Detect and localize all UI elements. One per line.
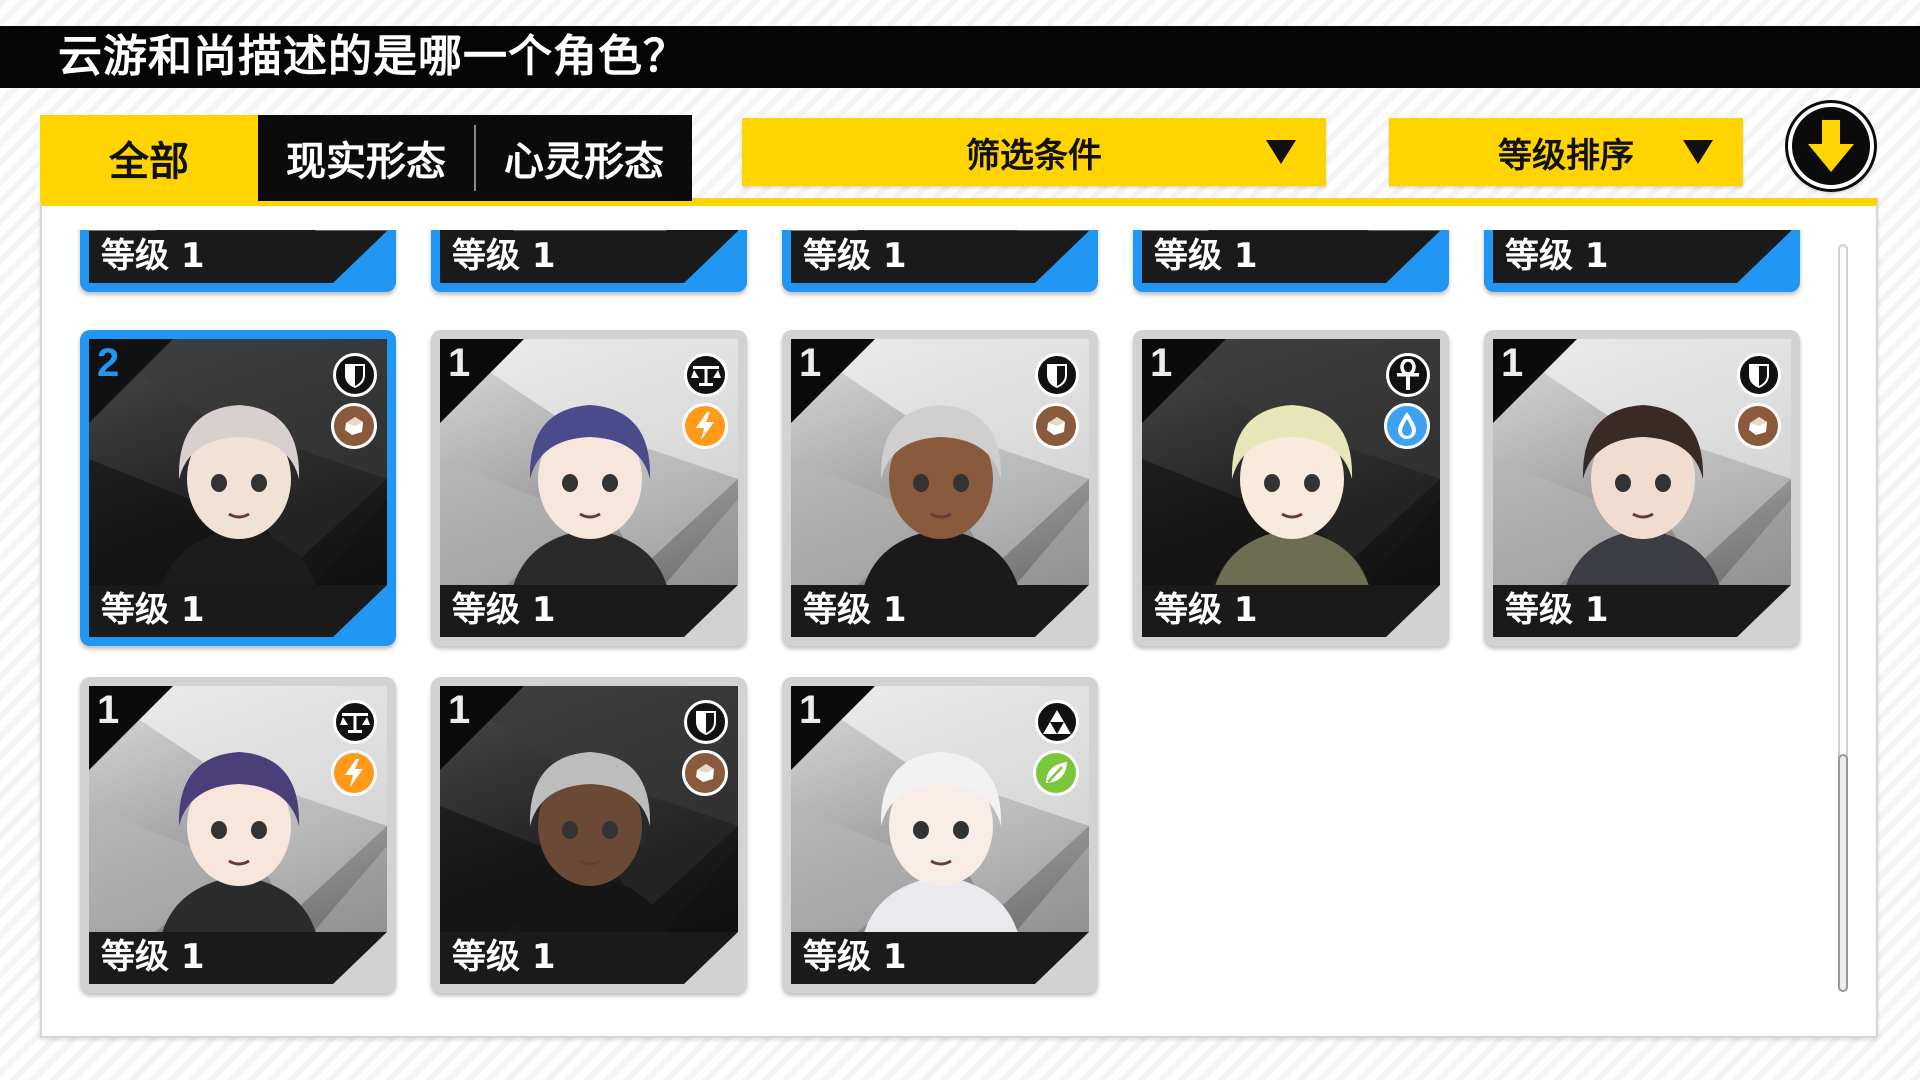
- level-label: 等级 1: [803, 236, 907, 276]
- triforce-icon: [1035, 700, 1079, 744]
- rarity-number: 1: [448, 341, 471, 385]
- card-frame: 1 等级 1: [791, 339, 1089, 637]
- character-portrait: [861, 752, 1021, 946]
- form-tabs: 全部 现实形态 心灵形态: [40, 115, 692, 201]
- character-card[interactable]: 等级 1: [782, 230, 1098, 292]
- level-label: 等级 1: [1154, 236, 1258, 276]
- scroll-down-button[interactable]: [1788, 103, 1874, 189]
- character-card[interactable]: 等级 1: [80, 230, 396, 292]
- level-bar-tail: [333, 932, 387, 984]
- earth-icon: [1033, 403, 1079, 449]
- character-portrait: [159, 405, 319, 599]
- character-card[interactable]: 2 等级 1: [80, 330, 396, 646]
- caret-down-icon: [1683, 140, 1713, 164]
- card-frame: 等级 1: [791, 230, 1089, 283]
- rarity-number: 1: [1501, 341, 1524, 385]
- character-card[interactable]: 等级 1: [1484, 230, 1800, 292]
- shield-icon: [1737, 353, 1781, 397]
- question-title: 云游和尚描述的是哪一个角色？: [0, 26, 1920, 88]
- shield-icon: [684, 700, 728, 744]
- earth-icon: [682, 750, 728, 796]
- scales-icon: [684, 353, 728, 397]
- level-bar-tail: [333, 231, 387, 283]
- filter-dropdown[interactable]: 筛选条件: [742, 118, 1326, 186]
- card-frame: 1 等级 1: [440, 686, 738, 984]
- tab-all[interactable]: 全部: [40, 115, 258, 201]
- character-card[interactable]: 1 等级 1: [431, 330, 747, 646]
- sort-dropdown-label: 等级排序: [1498, 135, 1634, 176]
- shield-icon: [333, 353, 377, 397]
- level-label: 等级 1: [101, 236, 205, 276]
- card-frame: 等级 1: [1142, 230, 1440, 283]
- lightning-icon: [682, 403, 728, 449]
- card-frame: 等级 1: [89, 230, 387, 283]
- tab-reality-form[interactable]: 现实形态: [258, 115, 474, 201]
- arrow-down-icon: [1808, 120, 1854, 172]
- level-bar-tail: [1035, 231, 1089, 283]
- character-card[interactable]: 1 等级 1: [1484, 330, 1800, 646]
- card-frame: 2 等级 1: [89, 339, 387, 637]
- card-frame: 等级 1: [1493, 230, 1791, 283]
- scrollbar-thumb[interactable]: [1838, 754, 1848, 992]
- shield-icon: [1035, 353, 1079, 397]
- scales-icon: [333, 700, 377, 744]
- character-card[interactable]: 1 等级 1: [431, 677, 747, 993]
- character-portrait: [510, 405, 670, 599]
- card-frame: 等级 1: [440, 230, 738, 283]
- rarity-number: 1: [799, 688, 822, 732]
- level-bar-tail: [684, 585, 738, 637]
- level-bar-tail: [1035, 932, 1089, 984]
- character-portrait: [1563, 405, 1723, 599]
- level-label: 等级 1: [452, 937, 556, 977]
- level-label: 等级 1: [803, 937, 907, 977]
- level-bar-tail: [1386, 231, 1440, 283]
- level-label: 等级 1: [452, 236, 556, 276]
- character-card[interactable]: 1 等级 1: [1133, 330, 1449, 646]
- level-label: 等级 1: [803, 590, 907, 630]
- level-bar-tail: [333, 585, 387, 637]
- character-card[interactable]: 等级 1: [431, 230, 747, 292]
- character-grid: 等级 1 等级 1 等级 1 等级 1 等级 1 2 等级 1 1 等级 1 1…: [42, 230, 1822, 1010]
- character-portrait: [1212, 405, 1372, 599]
- earth-icon: [1735, 403, 1781, 449]
- level-label: 等级 1: [101, 937, 205, 977]
- card-frame: 1 等级 1: [791, 686, 1089, 984]
- filter-dropdown-label: 筛选条件: [966, 135, 1102, 176]
- ankh-icon: [1386, 353, 1430, 397]
- level-bar-tail: [1737, 231, 1791, 283]
- card-frame: 1 等级 1: [89, 686, 387, 984]
- character-card[interactable]: 1 等级 1: [80, 677, 396, 993]
- level-label: 等级 1: [1505, 590, 1609, 630]
- caret-down-icon: [1266, 140, 1296, 164]
- rarity-number: 1: [799, 341, 822, 385]
- rarity-number: 1: [448, 688, 471, 732]
- card-frame: 1 等级 1: [1493, 339, 1791, 637]
- character-card[interactable]: 1 等级 1: [782, 677, 1098, 993]
- level-bar-tail: [1737, 585, 1791, 637]
- level-label: 等级 1: [452, 590, 556, 630]
- card-frame: 1 等级 1: [440, 339, 738, 637]
- card-frame: 1 等级 1: [1142, 339, 1440, 637]
- water-icon: [1384, 403, 1430, 449]
- sort-dropdown[interactable]: 等级排序: [1389, 118, 1743, 186]
- character-card[interactable]: 1 等级 1: [782, 330, 1098, 646]
- character-card[interactable]: 等级 1: [1133, 230, 1449, 292]
- level-label: 等级 1: [1505, 236, 1609, 276]
- level-label: 等级 1: [1154, 590, 1258, 630]
- lightning-icon: [331, 750, 377, 796]
- character-portrait: [861, 405, 1021, 599]
- tab-mind-form[interactable]: 心灵形态: [476, 115, 692, 201]
- earth-icon: [331, 403, 377, 449]
- character-portrait: [159, 752, 319, 946]
- character-portrait: [510, 752, 670, 946]
- level-bar-tail: [1035, 585, 1089, 637]
- level-bar-tail: [1386, 585, 1440, 637]
- level-bar-tail: [684, 932, 738, 984]
- level-label: 等级 1: [101, 590, 205, 630]
- leaf-icon: [1033, 750, 1079, 796]
- rarity-number: 1: [1150, 341, 1173, 385]
- rarity-number: 2: [97, 341, 120, 385]
- level-bar-tail: [684, 231, 738, 283]
- rarity-number: 1: [97, 688, 120, 732]
